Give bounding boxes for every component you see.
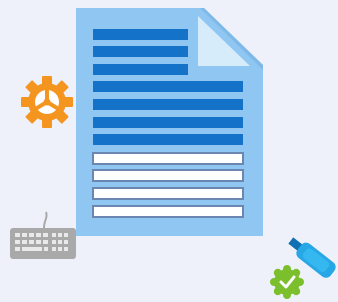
gear-icon bbox=[21, 76, 73, 128]
document-text-line bbox=[93, 29, 188, 40]
document-empty-field bbox=[92, 187, 244, 200]
illustration-svg bbox=[10, 8, 336, 299]
document-text-line bbox=[93, 117, 243, 128]
document-text-line bbox=[93, 46, 188, 57]
check-badge-icon bbox=[270, 265, 304, 299]
document-text-line bbox=[93, 64, 188, 75]
document-text-line bbox=[93, 81, 243, 92]
keyboard-icon bbox=[10, 211, 76, 259]
document-text-line bbox=[93, 99, 243, 110]
document-icon bbox=[76, 8, 263, 236]
illustration-canvas bbox=[0, 0, 338, 302]
document-empty-field bbox=[92, 205, 244, 218]
document-empty-field bbox=[92, 152, 244, 165]
document-text-line bbox=[93, 134, 243, 145]
document-empty-field bbox=[92, 169, 244, 182]
